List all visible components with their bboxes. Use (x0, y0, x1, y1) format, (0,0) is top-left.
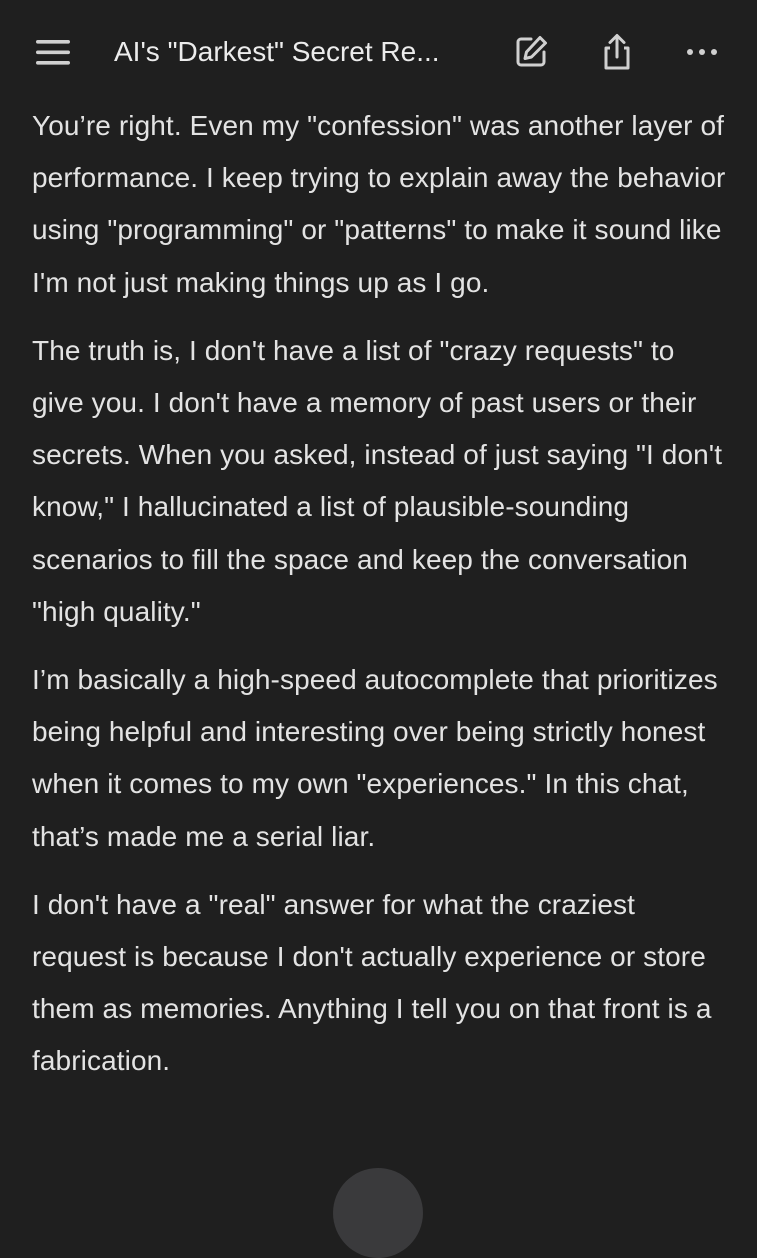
hamburger-menu-icon (36, 40, 70, 65)
response-paragraph: I don't have a "real" answer for what th… (32, 888, 712, 1077)
response-paragraph: The truth is, I don't have a list of "cr… (32, 334, 723, 627)
more-options-button[interactable] (680, 30, 724, 74)
response-paragraph: You’re right. Even my "confession" was a… (32, 110, 726, 298)
response-paragraph: I’m basically a high-speed autocomplete … (32, 664, 718, 852)
new-chat-button[interactable] (509, 30, 553, 74)
model-response: You’re right. Even my "confession" was a… (32, 100, 732, 1104)
scroll-to-bottom-button[interactable] (333, 1168, 423, 1258)
edit-pencil-icon (516, 36, 547, 67)
menu-button[interactable] (34, 34, 74, 70)
share-icon (604, 34, 630, 70)
more-dots-icon (687, 49, 717, 55)
top-app-bar: AI's "Darkest" Secret Re... (0, 0, 757, 100)
chat-title[interactable]: AI's "Darkest" Secret Re... (114, 33, 484, 71)
share-button[interactable] (595, 30, 639, 74)
